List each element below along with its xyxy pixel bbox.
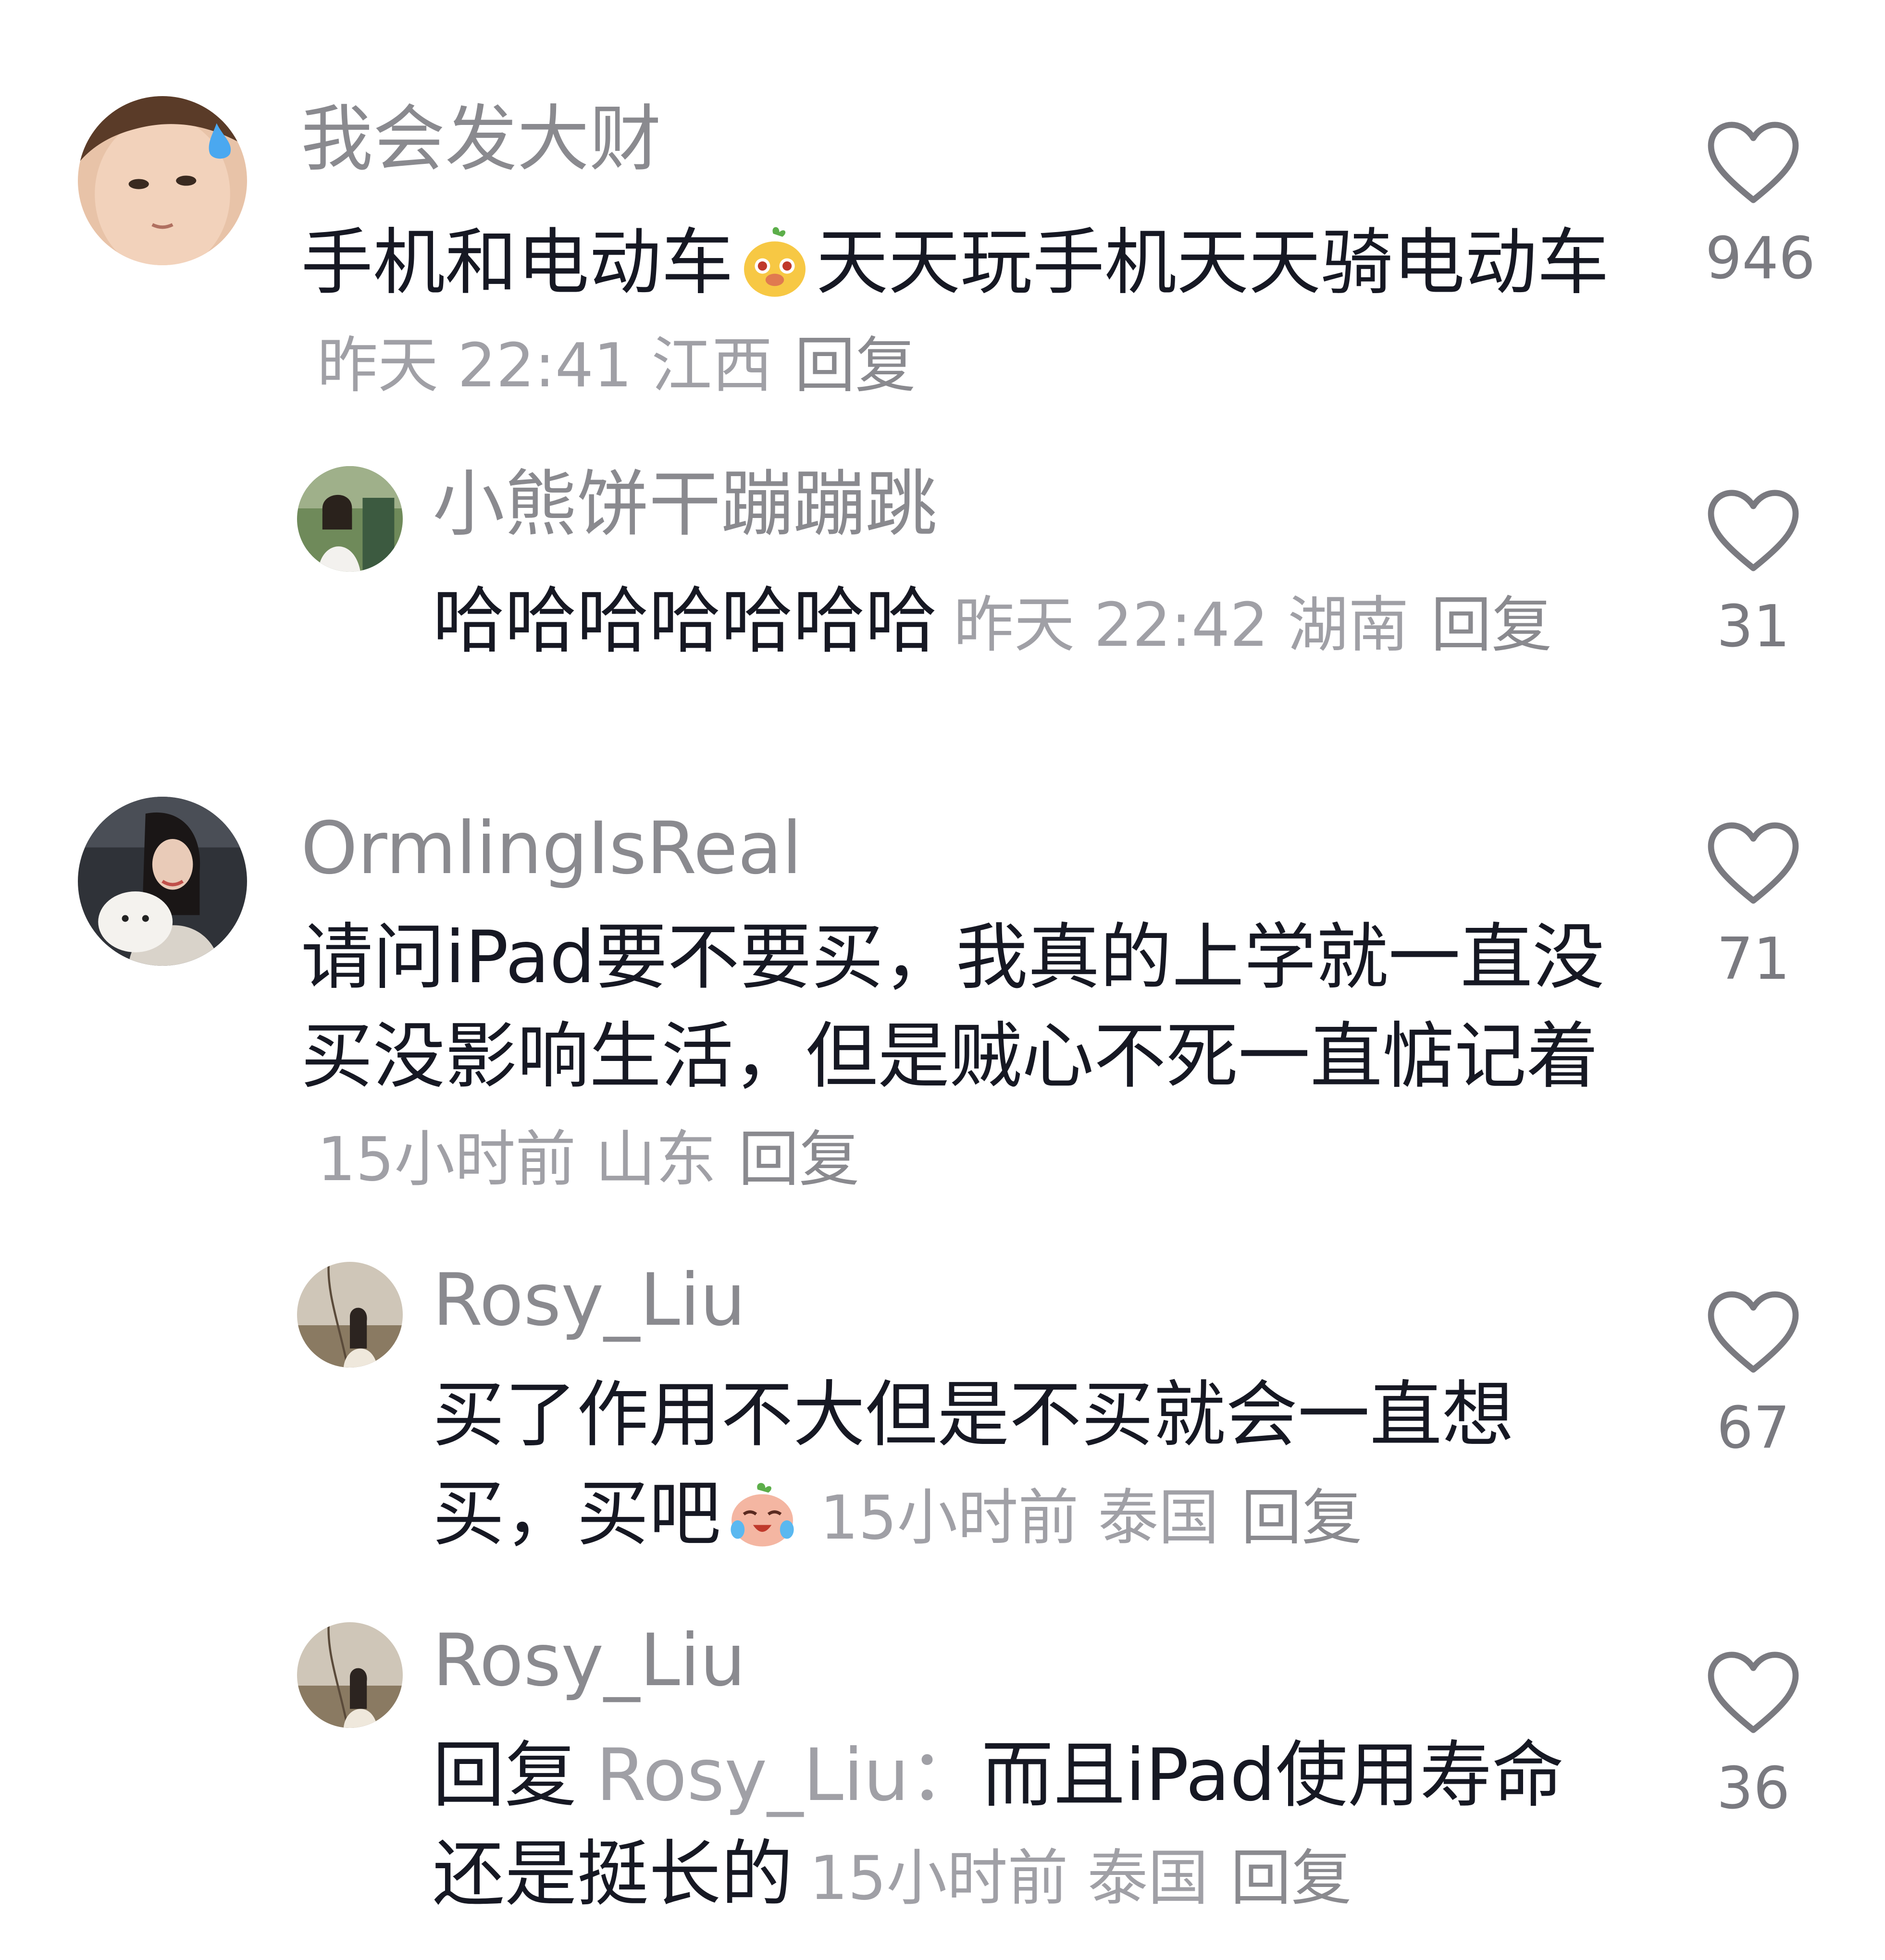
comment-meta: 15小时前 山东 回复 — [317, 1124, 860, 1195]
comment-text: 回复 Rosy_Liu：而且iPad使用寿命还是挺长的 15小时前 泰国 回复 — [433, 1734, 1564, 1916]
like-button[interactable]: 36 — [1705, 1651, 1801, 1825]
comment-meta: 昨天 22:41 江西 回复 — [317, 330, 916, 401]
username[interactable]: Rosy_Liu — [433, 1257, 746, 1344]
username[interactable]: OrmlingIsReal — [301, 805, 802, 892]
username[interactable]: 我会发大财 — [301, 96, 661, 183]
username[interactable]: 小熊饼干蹦蹦跳 — [433, 461, 937, 548]
like-button[interactable]: 31 — [1705, 489, 1801, 663]
heart-icon — [1706, 1291, 1800, 1375]
comment-meta: 15小时前 泰国 回复 — [820, 1482, 1363, 1553]
like-count: 71 — [1716, 926, 1790, 993]
reply-button[interactable]: 回复 — [794, 330, 916, 401]
comment-text: 哈哈哈哈哈哈哈 昨天 22:42 湖南 回复 — [433, 579, 1552, 663]
avatar[interactable] — [297, 1262, 403, 1368]
avatar[interactable] — [78, 96, 247, 265]
reply-prefix: 回复 — [433, 1734, 577, 1817]
avatar[interactable] — [297, 466, 403, 572]
comment-meta: 昨天 22:42 湖南 回复 — [954, 590, 1552, 660]
heart-icon — [1706, 121, 1800, 206]
reply-item: Rosy_Liu 买了作用不大但是不买就会一直想买，买吧 15小时前 泰国 回复 … — [0, 1240, 1885, 1600]
reply-button[interactable]: 回复 — [738, 1124, 859, 1195]
heart-icon — [1706, 822, 1800, 906]
heart-icon — [1706, 489, 1800, 574]
mention-link[interactable]: Rosy_Liu： — [596, 1734, 981, 1817]
heart-icon — [1706, 1651, 1800, 1736]
like-count: 36 — [1716, 1755, 1790, 1822]
crying-laugh-emoji-icon — [724, 1474, 801, 1551]
comment-text: 请问iPad要不要买，我真的上学就一直没买没影响生活，但是贼心不死一直惦记着15… — [301, 916, 1605, 1195]
like-button[interactable]: 71 — [1705, 822, 1801, 996]
comment-meta: 15小时前 泰国 回复 — [809, 1843, 1352, 1913]
reply-button[interactable]: 回复 — [1431, 590, 1552, 660]
reply-button[interactable]: 回复 — [1241, 1482, 1362, 1553]
comment-item: OrmlingIsReal 请问iPad要不要买，我真的上学就一直没买没影响生活… — [0, 769, 1885, 1240]
pear-face-emoji-icon — [736, 223, 813, 300]
comment-text: 手机和电动车 天天玩手机天天骑电动车昨天 22:41 江西 回复 — [301, 221, 1610, 401]
like-count: 946 — [1705, 225, 1816, 292]
reply-item: Rosy_Liu 回复 Rosy_Liu：而且iPad使用寿命还是挺长的 15小时前… — [0, 1600, 1885, 1960]
like-button[interactable]: 67 — [1705, 1291, 1801, 1465]
like-button[interactable]: 946 — [1705, 121, 1816, 295]
reply-item: 小熊饼干蹦蹦跳 哈哈哈哈哈哈哈 昨天 22:42 湖南 回复 31 — [0, 432, 1885, 721]
avatar[interactable] — [78, 797, 247, 966]
like-count: 67 — [1716, 1395, 1790, 1462]
username[interactable]: Rosy_Liu — [433, 1617, 746, 1704]
avatar[interactable] — [297, 1622, 403, 1728]
comment-item: 我会发大财 手机和电动车 天天玩手机天天骑电动车昨天 22:41 江西 回复 94… — [0, 0, 1885, 432]
like-count: 31 — [1716, 593, 1790, 660]
reply-button[interactable]: 回复 — [1230, 1843, 1352, 1913]
comment-text: 买了作用不大但是不买就会一直想买，买吧 15小时前 泰国 回复 — [433, 1373, 1514, 1556]
